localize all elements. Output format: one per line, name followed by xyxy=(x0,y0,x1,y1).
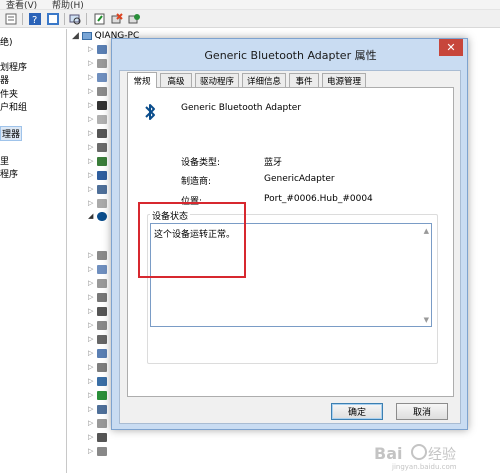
menu-view[interactable]: 查看(V) xyxy=(6,0,37,9)
device-category-icon xyxy=(97,349,107,358)
left-pane-item[interactable]: 划程序 xyxy=(0,60,27,73)
tree-node[interactable]: ▷ xyxy=(88,433,118,443)
device-category-icon xyxy=(97,391,107,400)
device-category-icon xyxy=(97,73,107,82)
svg-text:Bai: Bai xyxy=(374,444,402,463)
ok-button[interactable]: 确定 xyxy=(331,403,383,420)
left-pane-item-device-manager[interactable]: 理器 xyxy=(0,126,23,141)
left-pane-item[interactable]: 里 xyxy=(0,154,9,167)
device-category-icon xyxy=(97,363,107,372)
device-category-icon xyxy=(97,279,107,288)
toolbar-separator xyxy=(64,13,65,25)
computer-icon xyxy=(81,31,92,40)
collapse-arrow-icon[interactable]: ◢ xyxy=(72,31,79,41)
device-category-icon xyxy=(97,157,107,166)
uninstall-icon[interactable] xyxy=(110,12,124,26)
tab-driver[interactable]: 驱动程序 xyxy=(195,73,239,87)
toolbar: ? xyxy=(0,10,500,28)
device-type-label: 设备类型: xyxy=(181,158,221,168)
annotation-highlight-box xyxy=(138,202,246,278)
device-category-icon xyxy=(97,87,107,96)
view-icon[interactable] xyxy=(46,12,60,26)
device-category-icon xyxy=(97,433,107,442)
dialog-title: Generic Bluetooth Adapter 属性 xyxy=(204,49,377,62)
device-category-icon xyxy=(97,199,107,208)
tab-events[interactable]: 事件 xyxy=(289,73,319,87)
device-category-icon xyxy=(97,251,107,260)
manufacturer-value: GenericAdapter xyxy=(264,174,335,184)
device-category-icon xyxy=(97,321,107,330)
device-name: Generic Bluetooth Adapter xyxy=(181,103,302,113)
tab-general[interactable]: 常规 xyxy=(127,72,157,88)
location-value: Port_#0006.Hub_#0004 xyxy=(264,194,373,204)
help-icon[interactable]: ? xyxy=(28,12,42,26)
svg-text:经验: 经验 xyxy=(428,447,456,463)
device-category-icon xyxy=(97,115,107,124)
left-pane-item[interactable]: 程序 xyxy=(0,167,18,180)
device-category-icon xyxy=(97,405,107,414)
device-type-value: 蓝牙 xyxy=(264,158,283,168)
properties-icon[interactable] xyxy=(4,12,18,26)
svg-text:jingyan.baidu.com: jingyan.baidu.com xyxy=(391,463,457,471)
tab-advanced[interactable]: 高级 xyxy=(160,73,192,87)
left-pane-item[interactable]: 器 xyxy=(0,73,9,86)
update-driver-icon[interactable] xyxy=(93,12,107,26)
scroll-up-icon[interactable]: ▲ xyxy=(424,227,429,235)
close-button[interactable]: ✕ xyxy=(439,39,463,56)
scan-hardware-icon[interactable] xyxy=(68,12,82,26)
scroll-down-icon[interactable]: ▼ xyxy=(424,316,429,324)
left-pane-item[interactable]: 件夹 xyxy=(0,87,18,100)
tab-details[interactable]: 详细信息 xyxy=(242,73,286,87)
device-category-icon xyxy=(97,307,107,316)
left-pane-item[interactable]: 绝) xyxy=(0,35,13,48)
left-pane-item[interactable]: 户和组 xyxy=(0,100,27,113)
device-category-icon xyxy=(97,447,107,456)
device-category-icon xyxy=(97,171,107,180)
device-category-icon xyxy=(97,265,107,274)
device-category-icon xyxy=(97,129,107,138)
bluetooth-category-icon xyxy=(97,212,107,221)
device-category-icon xyxy=(97,185,107,194)
device-category-icon xyxy=(97,377,107,386)
device-category-icon xyxy=(97,101,107,110)
device-category-icon xyxy=(97,59,107,68)
device-category-icon xyxy=(97,419,107,428)
left-navigation-pane: 绝) 划程序 器 件夹 户和组 理器 里 程序 xyxy=(0,29,67,473)
cancel-button[interactable]: 取消 xyxy=(396,403,448,420)
manufacturer-label: 制造商: xyxy=(181,177,212,187)
menu-bar: 查看(V) 帮助(H) xyxy=(0,0,500,10)
menu-help[interactable]: 帮助(H) xyxy=(52,0,84,9)
device-category-icon xyxy=(97,143,107,152)
tab-power-management[interactable]: 电源管理 xyxy=(322,73,366,87)
toolbar-separator xyxy=(22,13,23,25)
bluetooth-icon xyxy=(142,102,158,122)
baidu-watermark: Bai 经验 jingyan.baidu.com xyxy=(372,439,492,471)
tree-node[interactable]: ▷ xyxy=(88,447,118,457)
device-category-icon xyxy=(97,45,107,54)
svg-text:?: ? xyxy=(32,15,37,25)
enable-device-icon[interactable] xyxy=(127,12,141,26)
device-category-icon xyxy=(97,293,107,302)
toolbar-separator xyxy=(86,13,87,25)
close-icon: ✕ xyxy=(446,41,456,54)
device-category-icon xyxy=(97,335,107,344)
